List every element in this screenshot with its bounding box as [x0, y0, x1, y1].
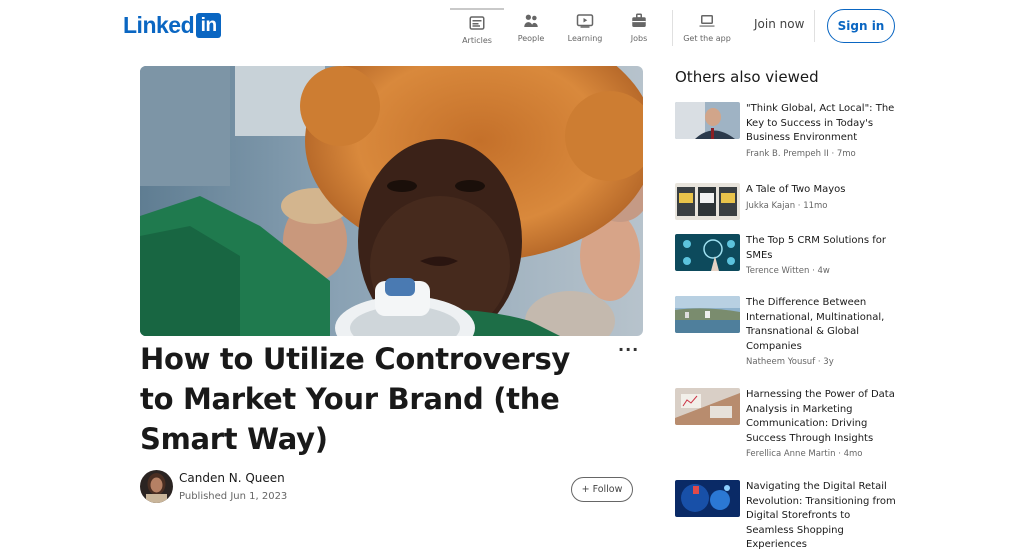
list-item[interactable]: The Difference Between International, Mu…: [675, 296, 896, 367]
card-body: A Tale of Two Mayos Jukka Kajan · 11mo: [746, 183, 896, 220]
more-options-icon[interactable]: ···: [618, 340, 639, 359]
card-title: Harnessing the Power of Data Analysis in…: [746, 389, 895, 444]
nav-items: Articles People Learning Jobs Get the ap…: [450, 8, 735, 46]
card-body: The Difference Between International, Mu…: [746, 296, 896, 367]
top-nav: Linked in Articles People Learning Jobs G…: [0, 0, 1028, 52]
meta-separator: ·: [835, 449, 844, 460]
article-cover-image: [140, 66, 643, 336]
card-title: The Top 5 CRM Solutions for SMEs: [746, 235, 886, 261]
logo-badge: in: [196, 13, 222, 38]
logo-wordmark: Linked: [123, 12, 195, 38]
article-thumbnail: [675, 388, 740, 425]
nav-item-articles[interactable]: Articles: [450, 8, 504, 46]
card-body: Navigating the Digital Retail Revolution…: [746, 480, 896, 553]
others-also-viewed-heading: Others also viewed: [675, 68, 819, 86]
card-meta: Terence Witten · 4w: [746, 266, 896, 276]
nav-item-label: Articles: [462, 36, 492, 45]
list-item[interactable]: A Tale of Two Mayos Jukka Kajan · 11mo: [675, 183, 896, 220]
sign-in-button[interactable]: Sign in: [827, 9, 895, 43]
avatar[interactable]: [140, 470, 173, 503]
nav-item-label: Learning: [567, 34, 603, 43]
list-item[interactable]: "Think Global, Act Local": The Key to Su…: [675, 102, 896, 159]
card-meta: Jukka Kajan · 11mo: [746, 201, 896, 211]
nav-item-people[interactable]: People: [504, 8, 558, 46]
article-thumbnail: [675, 102, 740, 139]
card-title: The Difference Between International, Mu…: [746, 297, 885, 352]
card-body: The Top 5 CRM Solutions for SMEs Terence…: [746, 234, 896, 276]
card-title: Navigating the Digital Retail Revolution…: [746, 481, 896, 551]
follow-button[interactable]: + Follow: [571, 477, 633, 502]
card-age: 4w: [817, 266, 830, 277]
list-item[interactable]: The Top 5 CRM Solutions for SMEs Terence…: [675, 234, 896, 276]
card-author: Ferellica Anne Martin: [746, 449, 836, 460]
card-meta: Natheem Yousuf · 3y: [746, 357, 896, 367]
nav-item-label: Get the app: [683, 34, 731, 43]
list-item[interactable]: Navigating the Digital Retail Revolution…: [675, 480, 896, 553]
article-thumbnail: [675, 480, 740, 517]
card-body: "Think Global, Act Local": The Key to Su…: [746, 102, 896, 159]
published-date: Published Jun 1, 2023: [179, 491, 288, 502]
nav-divider: [814, 10, 815, 42]
articles-icon: [469, 16, 485, 30]
card-title: A Tale of Two Mayos: [746, 184, 846, 195]
card-body: Harnessing the Power of Data Analysis in…: [746, 388, 896, 459]
author-meta: Canden N. Queen Published Jun 1, 2023: [179, 471, 287, 502]
article-thumbnail: [675, 183, 740, 220]
card-author: Frank B. Prempeh II: [746, 148, 829, 159]
card-meta: Ferellica Anne Martin · 4mo: [746, 449, 896, 459]
nav-item-learning[interactable]: Learning: [558, 8, 612, 46]
card-title: "Think Global, Act Local": The Key to Su…: [746, 103, 895, 144]
author-block: Canden N. Queen Published Jun 1, 2023: [140, 470, 287, 503]
nav-item-label: People: [517, 34, 545, 43]
card-age: 4mo: [843, 449, 863, 460]
learning-icon: [576, 14, 594, 28]
list-item[interactable]: Harnessing the Power of Data Analysis in…: [675, 388, 896, 459]
card-author: Terence Witten: [746, 266, 810, 277]
card-age: 3y: [823, 357, 834, 368]
people-icon: [524, 14, 538, 27]
card-age: 7mo: [836, 148, 856, 159]
card-age: 11mo: [803, 200, 828, 211]
nav-item-get-app[interactable]: Get the app: [679, 8, 735, 46]
nav-item-jobs[interactable]: Jobs: [612, 8, 666, 46]
jobs-icon: [632, 13, 646, 27]
meta-separator: ·: [828, 148, 837, 159]
card-meta: Frank B. Prempeh II · 7mo: [746, 149, 896, 159]
join-now-link[interactable]: Join now: [754, 17, 804, 31]
article-thumbnail: [675, 296, 740, 333]
laptop-icon: [699, 15, 715, 27]
card-author: Natheem Yousuf: [746, 357, 816, 368]
nav-item-label: Jobs: [630, 34, 648, 43]
article-title: How to Utilize Controversy to Market You…: [140, 342, 571, 456]
meta-separator: ·: [795, 200, 804, 211]
author-name[interactable]: Canden N. Queen: [179, 471, 287, 485]
article-thumbnail: [675, 234, 740, 271]
card-author: Jukka Kajan: [746, 200, 796, 211]
linkedin-logo[interactable]: Linked in: [123, 12, 222, 39]
nav-divider: [672, 10, 673, 46]
